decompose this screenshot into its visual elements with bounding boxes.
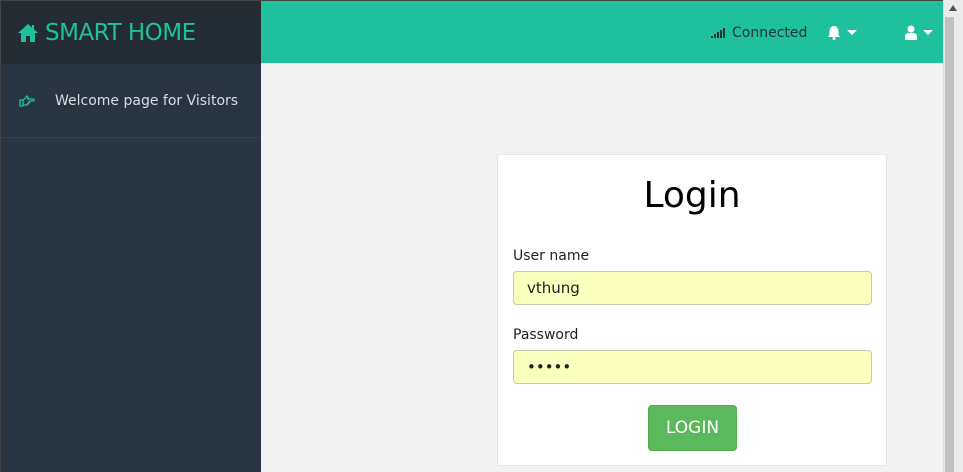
signal-icon — [711, 28, 725, 38]
chevron-down-icon — [847, 30, 857, 35]
sidebar-item-label: Welcome page for Visitors — [55, 92, 239, 109]
chevron-down-icon — [923, 30, 933, 35]
login-card: Login User name Password LOGIN — [497, 154, 887, 466]
user-dropdown[interactable] — [905, 25, 933, 40]
password-label: Password — [513, 327, 579, 343]
connection-status: Connected — [711, 25, 807, 41]
brand-title: SMART HOME — [45, 19, 196, 46]
bell-icon — [828, 26, 840, 40]
sidebar-item-welcome[interactable]: Welcome page for Visitors — [1, 64, 261, 138]
password-input[interactable] — [513, 350, 872, 384]
scrollbar-thumb[interactable] — [945, 17, 954, 472]
brand[interactable]: SMART HOME — [1, 1, 261, 64]
login-title: Login — [643, 175, 741, 216]
login-button[interactable]: LOGIN — [648, 405, 737, 451]
notifications-dropdown[interactable] — [827, 25, 857, 40]
hand-point-right-icon — [19, 94, 35, 107]
username-input[interactable] — [513, 271, 872, 305]
username-label: User name — [513, 248, 590, 264]
top-navbar: Connected — [261, 0, 943, 63]
home-icon — [18, 23, 38, 42]
sidebar: SMART HOME Welcome page for Visitors — [0, 0, 261, 472]
vertical-scrollbar[interactable] — [943, 0, 963, 472]
scroll-up-arrow-icon[interactable] — [949, 5, 957, 11]
status-text: Connected — [732, 25, 808, 41]
user-icon — [905, 25, 917, 40]
